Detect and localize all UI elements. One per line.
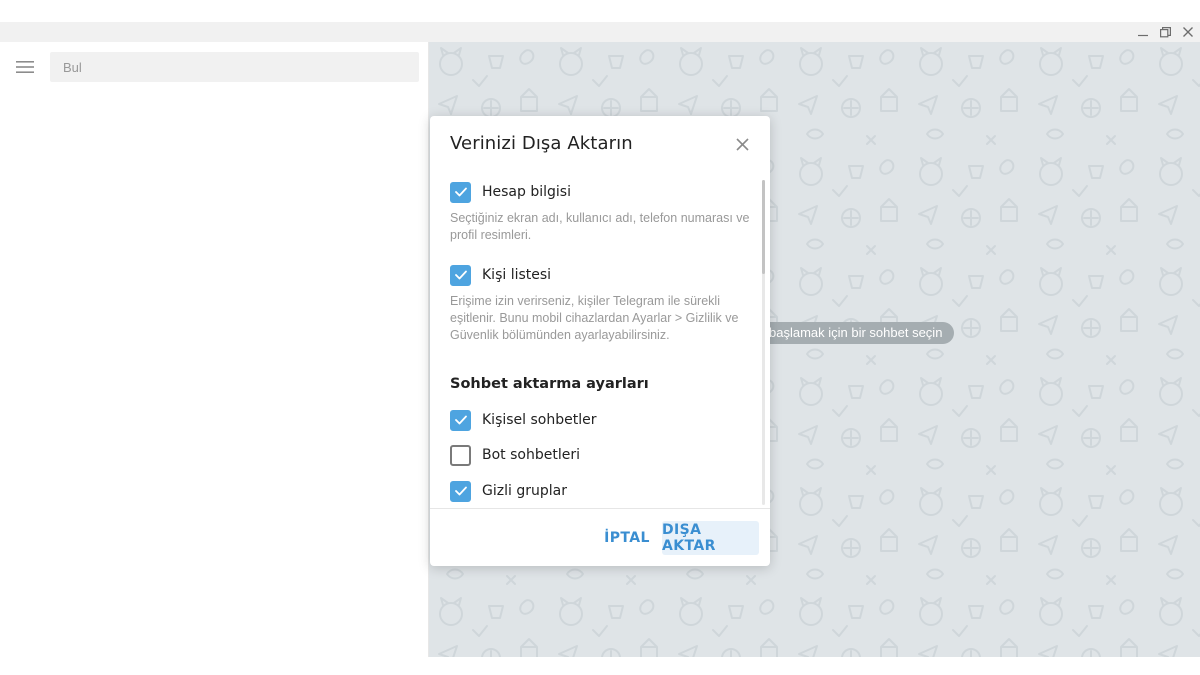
cancel-button[interactable]: İPTAL — [600, 521, 654, 555]
checkbox-private-groups[interactable]: Gizli gruplar — [450, 480, 567, 502]
account-info-description: Seçtiğiniz ekran adı, kullanıcı adı, tel… — [450, 211, 750, 242]
empty-chat-hint: başlamak için bir sohbet seçin — [739, 322, 955, 344]
chat-export-settings-title: Sohbet aktarma ayarları — [450, 376, 649, 392]
search-input[interactable] — [50, 52, 419, 82]
minimize-icon — [1138, 34, 1148, 37]
dialog-title: Verinizi Dışa Aktarın — [450, 133, 633, 154]
checkbox-checked[interactable] — [450, 409, 471, 431]
screen-bottom-margin — [0, 657, 1200, 675]
close-icon — [735, 137, 749, 151]
dialog-scroll-body[interactable]: Hesap bilgisi Seçtiğiniz ekran adı, kull… — [430, 176, 770, 508]
export-button[interactable]: DIŞA AKTAR — [662, 521, 759, 555]
close-window-button[interactable] — [1178, 24, 1198, 40]
checkbox-unchecked[interactable] — [450, 444, 471, 466]
checkbox-checked[interactable] — [450, 480, 471, 502]
minimize-button[interactable] — [1133, 24, 1153, 40]
scrollbar-thumb[interactable] — [762, 180, 765, 274]
checkbox-contact-list[interactable]: Kişi listesi — [450, 264, 551, 286]
check-icon — [454, 415, 467, 425]
sidebar — [0, 42, 429, 657]
check-icon — [454, 187, 467, 197]
check-icon — [454, 486, 467, 496]
checkbox-label: Kişi listesi — [482, 267, 552, 283]
checkbox-label: Hesap bilgisi — [482, 184, 571, 200]
contact-list-description: Erişime izin verirseniz, kişiler Telegra… — [450, 294, 739, 342]
check-icon — [454, 270, 467, 280]
checkbox-account-info[interactable]: Hesap bilgisi — [450, 181, 571, 203]
checkbox-checked[interactable] — [450, 264, 471, 286]
screen-top-margin — [0, 0, 1200, 22]
checkbox-personal-chats[interactable]: Kişisel sohbetler — [450, 409, 596, 431]
main-menu-button[interactable] — [12, 54, 38, 80]
checkbox-label: Bot sohbetleri — [482, 447, 580, 463]
dialog-close-button[interactable] — [732, 134, 752, 154]
checkbox-label: Kişisel sohbetler — [482, 412, 597, 428]
dialog-divider — [430, 508, 770, 509]
checkbox-label: Gizli gruplar — [482, 483, 567, 499]
restore-icon — [1159, 26, 1171, 37]
close-icon — [1183, 27, 1193, 37]
checkbox-bot-chats[interactable]: Bot sohbetleri — [450, 444, 580, 466]
export-data-dialog: Verinizi Dışa Aktarın Hesap bilgisi Seçt… — [430, 116, 770, 566]
dialog-scrollbar[interactable] — [762, 180, 765, 505]
title-bar — [0, 22, 1200, 42]
checkbox-checked[interactable] — [450, 181, 471, 203]
restore-button[interactable] — [1155, 24, 1175, 40]
hamburger-menu-icon — [16, 61, 34, 73]
